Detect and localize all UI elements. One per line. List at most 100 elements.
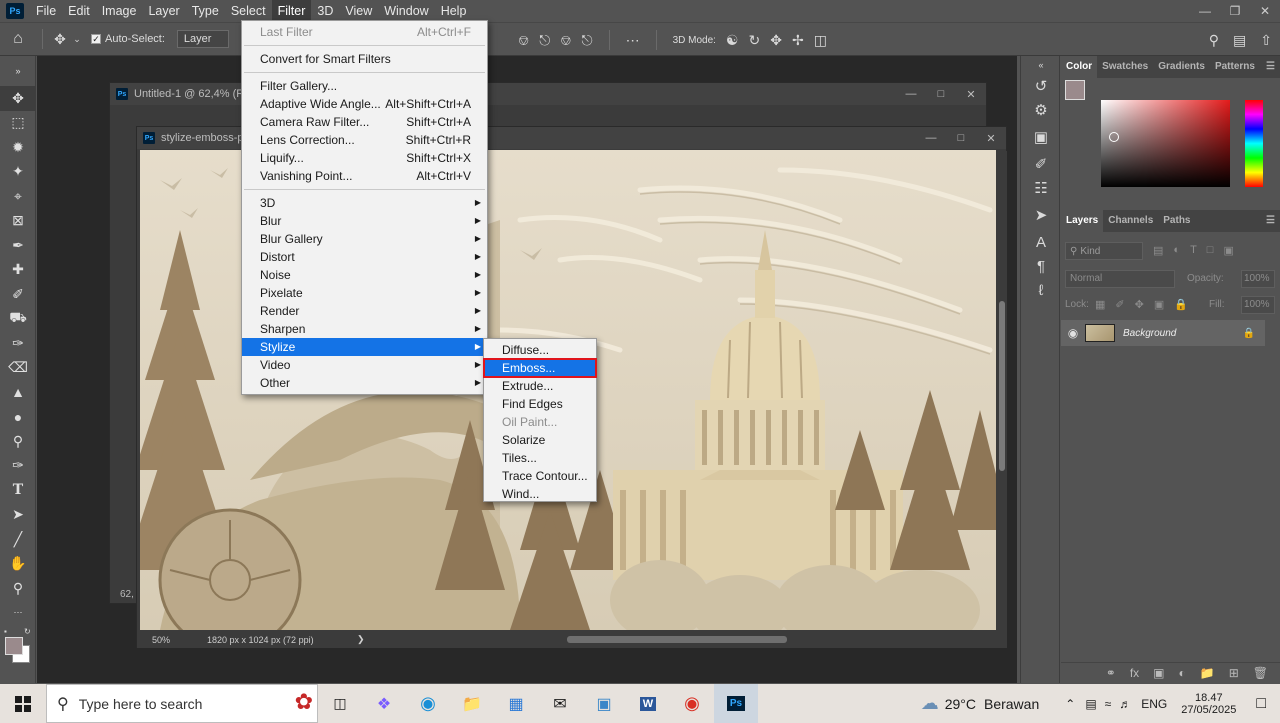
3d-slide-icon[interactable]: ✢ [792,32,804,49]
eyedropper-tool-icon[interactable]: ✒ [0,233,36,258]
edge-icon[interactable]: ◉ [406,684,450,723]
menu-item-other[interactable]: Other ▶ [242,374,487,392]
marquee-tool-icon[interactable]: ⬚ [0,111,36,136]
menu-window[interactable]: Window [378,0,434,22]
pixel-filter-icon[interactable]: ▤ [1153,244,1163,257]
add-mask-icon[interactable]: ▣ [1153,666,1164,680]
home-icon[interactable]: ⌂ [0,30,36,48]
more-options-icon[interactable]: ⋯ [626,32,640,49]
menu-3d[interactable]: 3D [311,0,339,22]
language-indicator[interactable]: ENG [1141,697,1167,711]
menu-item-extrude[interactable]: Extrude... [484,377,596,395]
auto-select-dropdown[interactable]: Layer [176,30,229,48]
menu-item-convert-smart-filters[interactable]: Convert for Smart Filters [242,50,487,68]
lock-artboard-icon[interactable]: ▣ [1154,298,1164,311]
menu-item-trace-contour[interactable]: Trace Contour... [484,467,596,485]
horizontal-scrollbar-thumb[interactable] [567,636,787,643]
lock-position-icon[interactable]: ✥ [1135,298,1144,311]
auto-select-toggle[interactable]: ✓ Auto-Select: [91,33,165,45]
adjustment-filter-icon[interactable]: ◐ [1173,244,1180,257]
menu-item-adaptive-wide-angle[interactable]: Adaptive Wide Angle... Alt+Shift+Ctrl+A [242,95,487,113]
file-explorer-icon[interactable]: 📁 [450,684,494,723]
copilot-icon[interactable]: ❖ [362,684,406,723]
type-filter-icon[interactable]: T [1190,244,1197,257]
restore-icon[interactable]: □ [926,88,956,100]
minimize-icon[interactable]: — [896,88,926,100]
distribute-icon[interactable]: ⎋ [581,32,592,49]
windows-start-icon[interactable] [0,684,46,723]
tab-gradients[interactable]: Gradients [1153,56,1210,78]
checkbox-checked-icon[interactable]: ✓ [91,34,101,44]
menu-item-blur-gallery[interactable]: Blur Gallery ▶ [242,230,487,248]
blur-tool-icon[interactable]: ● [0,405,36,430]
panel-menu-icon[interactable]: ☰ [1261,210,1280,232]
fx-icon[interactable]: fx [1130,666,1139,680]
vertical-scrollbar[interactable] [997,151,1007,631]
align-bottom-icon[interactable]: ⎊ [560,32,571,49]
dodge-tool-icon[interactable]: ⚲ [0,429,36,454]
menu-item-diffuse[interactable]: Diffuse... [484,341,596,359]
photoshop-taskbar-icon[interactable]: Ps [714,684,758,723]
delete-layer-icon[interactable]: 🗑 [1253,666,1268,680]
menu-select[interactable]: Select [225,0,272,22]
menu-view[interactable]: View [339,0,378,22]
character-icon[interactable]: A [1021,230,1061,254]
foreground-color-swatch[interactable] [5,637,23,655]
volume-icon[interactable]: ♬ [1119,697,1131,711]
menu-item-3d[interactable]: 3D ▶ [242,194,487,212]
menu-item-camera-raw[interactable]: Camera Raw Filter... Shift+Ctrl+A [242,113,487,131]
weather-cloud-icon[interactable]: ☁ [921,693,939,714]
blend-mode-dropdown[interactable]: Normal [1065,270,1175,288]
zoom-level[interactable]: 50% [152,635,207,645]
menu-item-filter-gallery[interactable]: Filter Gallery... [242,77,487,95]
pen-tool-icon[interactable]: ✑ [0,454,36,479]
shape-filter-icon[interactable]: □ [1207,244,1214,257]
chevron-down-icon[interactable]: ⌄ [71,34,83,45]
chevron-up-icon[interactable]: ⌃ [1065,697,1075,711]
menu-item-last-filter[interactable]: Last Filter Alt+Ctrl+F [242,23,487,41]
menu-item-lens-correction[interactable]: Lens Correction... Shift+Ctrl+R [242,131,487,149]
lock-pixels-icon[interactable]: ▦ [1095,298,1105,311]
adjustments-icon[interactable]: ☷ [1021,176,1061,200]
lock-all-icon[interactable]: 🔒 [1174,298,1188,311]
weather-temp[interactable]: 29°C [945,696,976,712]
hue-slider[interactable] [1245,100,1263,187]
tab-paths[interactable]: Paths [1158,210,1195,232]
notifications-icon[interactable]: □ [1256,695,1266,713]
history-brush-tool-icon[interactable]: ✑ [0,331,36,356]
swap-colors-icon[interactable]: ↻ [24,627,31,636]
word-icon[interactable]: W [626,684,670,723]
align-middle-icon[interactable]: ⎋ [539,32,550,49]
scrollbar-thumb[interactable] [999,301,1005,471]
menu-image[interactable]: Image [96,0,143,22]
tab-swatches[interactable]: Swatches [1097,56,1153,78]
color-field[interactable] [1101,100,1230,187]
menu-item-stylize[interactable]: Stylize ▶ [242,338,487,356]
weather-text[interactable]: Berawan [984,696,1039,712]
menu-item-find-edges[interactable]: Find Edges [484,395,596,413]
menu-item-pixelate[interactable]: Pixelate ▶ [242,284,487,302]
search-icon[interactable]: ⚲ [1209,32,1219,49]
line-tool-icon[interactable]: ╱ [0,527,36,552]
minimize-icon[interactable]: — [1190,4,1220,18]
store-icon[interactable]: ▦ [494,684,538,723]
color-picker-marker[interactable] [1109,132,1119,142]
workspace-icon[interactable]: ▤ [1233,32,1246,49]
panel-menu-icon[interactable]: ☰ [1261,56,1280,78]
lock-paint-icon[interactable]: ✐ [1115,298,1124,311]
3d-scale-icon[interactable]: ◫ [814,32,827,49]
menu-item-video[interactable]: Video ▶ [242,356,487,374]
fill-field[interactable]: 100% [1241,296,1275,314]
menu-item-liquify[interactable]: Liquify... Shift+Ctrl+X [242,149,487,167]
menu-filter[interactable]: Filter [271,0,312,22]
tab-patterns[interactable]: Patterns [1210,56,1260,78]
collapse-panels-icon[interactable]: « [1021,56,1061,74]
glyphs-icon[interactable]: ℓ [1021,278,1061,302]
link-layers-icon[interactable]: ⚭ [1106,666,1116,680]
brush-settings-icon[interactable]: ✐ [1021,152,1061,176]
clock[interactable]: 18.47 27/05/2025 [1181,692,1236,716]
menu-item-wind[interactable]: Wind... [484,485,596,503]
restore-icon[interactable]: □ [946,132,976,144]
3d-roll-icon[interactable]: ↻ [748,32,760,49]
chevron-right-icon[interactable]: ❯ [357,634,365,645]
